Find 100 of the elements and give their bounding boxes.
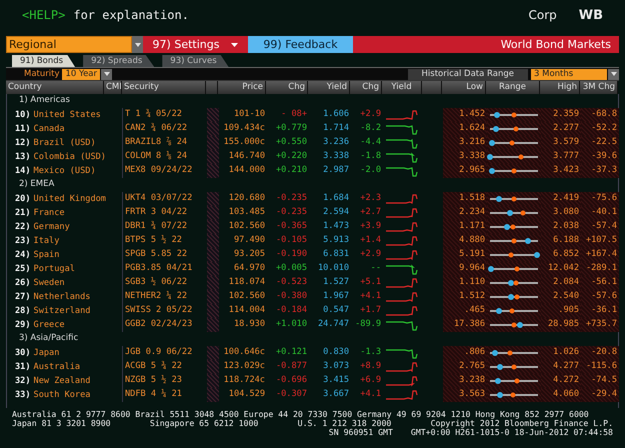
table-cell-text: -8.2 <box>359 122 382 135</box>
country-name: Portugal <box>34 264 75 274</box>
table-cell-text: +6.9 <box>359 374 382 387</box>
column-header[interactable]: Low <box>442 81 486 94</box>
table-cell-text: 0.830 <box>322 346 350 359</box>
row-number: 23) <box>15 236 31 246</box>
table-cell-text: 24.747 <box>316 318 350 331</box>
country-cell[interactable]: 30) Japan <box>7 346 105 360</box>
table-cell-text: +8.9 <box>359 360 382 373</box>
country-cell[interactable]: 24) Spain <box>7 248 105 262</box>
sparkline <box>385 222 419 232</box>
country-name: Spain <box>34 250 60 260</box>
table-cell-text: 144.000 <box>228 164 266 177</box>
settings-button[interactable]: 97) Settings <box>143 36 248 53</box>
country-cell[interactable]: 14) Mexico (USD) <box>7 164 105 178</box>
row-number: 13) <box>15 152 31 162</box>
country-cell[interactable]: 20) United Kingdom <box>7 192 105 206</box>
table-cell: -22.5 <box>581 136 619 150</box>
column-header[interactable]: Security <box>122 81 206 94</box>
country-cell[interactable]: 22) Germany <box>7 220 105 234</box>
tab[interactable]: 92) Spreads <box>83 55 154 67</box>
table-cell: 3.080 <box>541 206 581 220</box>
sparkline <box>385 348 419 358</box>
column-header[interactable]: Chg <box>266 81 308 94</box>
dropdown-button[interactable] <box>101 68 112 80</box>
country-cell[interactable]: 10) United States <box>7 108 105 122</box>
table-cell-text: +2.9 <box>359 108 382 121</box>
table-cell-text: +3.9 <box>359 220 382 233</box>
column-header[interactable]: Price <box>218 81 266 94</box>
table-cell-text: +0.550 <box>274 136 308 149</box>
country-cell[interactable]: 29) Greece <box>7 318 105 332</box>
table-cell-text: +0.121 <box>274 346 308 359</box>
table-cell: 17.386 <box>443 318 487 332</box>
row-number: 30) <box>15 348 31 358</box>
table-cell-text: -0.307 <box>274 388 308 401</box>
country-cell[interactable]: 12) Brazil (USD) <box>7 136 105 150</box>
footer-text: U.S. 1 212 318 2000 <box>298 419 392 428</box>
table-cell: 6.188 <box>541 234 581 248</box>
country-name: Italy <box>34 236 60 246</box>
group-label: 1) Americas <box>18 94 71 107</box>
table-cell-text: FRTR 3 04/22 <box>124 206 188 219</box>
table-cell: 2.277 <box>541 122 581 136</box>
table-cell-text: 146.740 <box>228 150 266 163</box>
sparkline <box>385 208 419 218</box>
column-header[interactable]: Chg <box>350 81 382 94</box>
column-header[interactable]: Country <box>6 81 104 94</box>
country-cell[interactable]: 23) Italy <box>7 234 105 248</box>
table-cell-text: -- <box>370 262 382 275</box>
pattern-strip <box>207 276 219 290</box>
dropdown-button[interactable] <box>608 68 619 80</box>
row-number: 12) <box>15 138 31 148</box>
table-cell-text: PGB3.85 04/21 <box>124 262 194 275</box>
table-cell-text: 93.205 <box>232 248 266 261</box>
country-cell[interactable]: 27) Netherlands <box>7 290 105 304</box>
table-cell: 4.060 <box>541 388 581 402</box>
tab[interactable]: 93) Curves <box>162 55 229 67</box>
country-cell[interactable]: 11) Canada <box>7 122 105 136</box>
country-cell[interactable]: 21) France <box>7 206 105 220</box>
table-cell: -74.5 <box>581 374 619 388</box>
table-cell-text: 1.684 <box>322 192 350 205</box>
table-cell: -289.1 <box>581 262 619 276</box>
country-cell[interactable]: 25) Portugal <box>7 262 105 276</box>
country-cell[interactable]: 31) Australia <box>7 360 105 374</box>
country-name: Brazil (USD) <box>34 138 96 148</box>
help-key[interactable]: <HELP> <box>22 8 66 22</box>
country-cell[interactable]: 33) South Korea <box>7 388 105 402</box>
footer-text: Singapore 65 6212 1000 <box>150 419 258 428</box>
caret-icon <box>231 42 238 46</box>
column-header[interactable]: Yield <box>308 81 350 94</box>
table-cell: 28.985 <box>541 318 581 332</box>
table-cell: -57.6 <box>581 290 619 304</box>
table-cell: 3.423 <box>541 164 581 178</box>
table-cell-text: -0.235 <box>274 192 308 205</box>
country-cell[interactable]: 32) New Zealand <box>7 374 105 388</box>
range-dropdown[interactable]: 3 Months <box>531 68 607 80</box>
range-label: Historical Data Range <box>408 68 528 80</box>
region-dropdown[interactable]: Regional <box>6 36 132 53</box>
column-header[interactable]: CMI <box>104 81 122 94</box>
table-cell-text: CAN2 ¾ 06/22 <box>124 122 188 135</box>
column-header[interactable]: Yield <box>382 81 422 94</box>
country-name: United Kingdom <box>34 194 106 204</box>
feedback-button[interactable]: 99) Feedback <box>248 36 353 53</box>
table-cell-text: DBR1 ¾ 07/22 <box>124 220 188 233</box>
country-cell[interactable]: 28) Switzerland <box>7 304 105 318</box>
country-name: United States <box>34 110 101 120</box>
maturity-dropdown[interactable]: 10 Year <box>62 68 100 80</box>
column-header[interactable]: Range <box>486 81 540 94</box>
column-header[interactable]: High <box>540 81 580 94</box>
country-name: Switzerland <box>34 306 90 316</box>
tab[interactable]: 91) Bonds <box>12 55 76 67</box>
column-header[interactable]: 3M Chg <box>580 81 618 94</box>
country-name: Greece <box>34 320 65 330</box>
table-cell: -115.6 <box>581 360 619 374</box>
group-label: 3) Asia/Pacific <box>18 332 80 345</box>
country-cell[interactable]: 26) Sweden <box>7 276 105 290</box>
table-cell-text: 3.236 <box>322 136 350 149</box>
table-cell-text: 5.913 <box>322 234 350 247</box>
table-cell-text: -0.184 <box>274 304 308 317</box>
country-cell[interactable]: 13) Colombia (USD) <box>7 150 105 164</box>
table-cell-text: SGB3 ½ 06/22 <box>124 276 188 289</box>
